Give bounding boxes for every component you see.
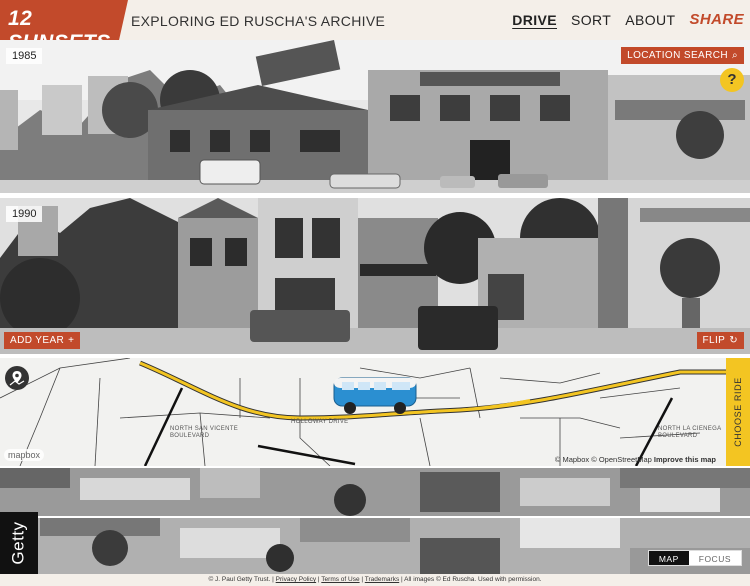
nav-share[interactable]: SHARE bbox=[689, 11, 744, 28]
route-map[interactable]: NORTH SAN VICENTE BOULEVARD HOLLOWAY DRI… bbox=[0, 358, 750, 466]
map-layers-button[interactable] bbox=[5, 366, 29, 390]
choose-ride-label: CHOOSE RIDE bbox=[733, 377, 744, 447]
flip-label: FLIP bbox=[702, 335, 726, 346]
site-subtitle: EXPLORING ED RUSCHA'S ARCHIVE bbox=[131, 13, 386, 29]
site-logo[interactable]: 12 SUNSETS bbox=[0, 0, 128, 40]
footer-copyright: © J. Paul Getty Trust. bbox=[208, 576, 271, 583]
nav-about[interactable]: ABOUT bbox=[625, 12, 675, 28]
improve-map-link[interactable]: Improve this map bbox=[654, 455, 716, 464]
year-label-1985: 1985 bbox=[6, 48, 43, 64]
add-year-button[interactable]: ADD YEAR + bbox=[4, 332, 81, 349]
search-icon: ⌕ bbox=[732, 50, 738, 61]
attribution-mapbox[interactable]: © Mapbox bbox=[555, 455, 589, 464]
van-icon bbox=[333, 377, 417, 414]
thumbnail-strip-bottom[interactable] bbox=[0, 518, 750, 574]
getty-logo-text: Getty bbox=[9, 521, 28, 565]
photo-strip-1990[interactable]: 1990 ADD YEAR + FLIP ↻ bbox=[0, 198, 750, 354]
toggle-focus[interactable]: FOCUS bbox=[689, 551, 741, 565]
label-north-san-vicente: NORTH SAN VICENTE BOULEVARD bbox=[170, 426, 238, 439]
map-attribution: © Mapbox © OpenStreetMap Improve this ma… bbox=[555, 455, 716, 464]
main-nav: DRIVE SORT ABOUT SHARE bbox=[512, 11, 744, 28]
location-search-label: LOCATION SEARCH bbox=[627, 50, 728, 61]
flip-button[interactable]: FLIP ↻ bbox=[696, 332, 744, 349]
footer-images-credit: All images © Ed Ruscha. Used with permis… bbox=[404, 576, 542, 583]
plus-icon: + bbox=[68, 335, 75, 346]
footer: © J. Paul Getty Trust. | Privacy Policy … bbox=[0, 574, 750, 586]
footer-terms-link[interactable]: Terms of Use bbox=[321, 576, 359, 583]
mapbox-logo[interactable]: mapbox bbox=[4, 449, 45, 461]
getty-logo[interactable]: Getty bbox=[0, 512, 38, 574]
view-toggle: MAP FOCUS bbox=[647, 550, 742, 566]
label-north-la-cienega: NORTH LA CIENEGA BOULEVARD bbox=[658, 426, 722, 439]
thumbnail-strip-bottom-image bbox=[0, 518, 750, 574]
rotate-icon: ↻ bbox=[729, 335, 738, 346]
add-year-label: ADD YEAR bbox=[10, 335, 65, 346]
year-label-1990: 1990 bbox=[6, 206, 43, 222]
street-photo-1990 bbox=[0, 198, 750, 354]
photo-strip-1985[interactable]: 1985 LOCATION SEARCH ⌕ ? bbox=[0, 40, 750, 193]
map-pin-icon bbox=[9, 371, 25, 386]
footer-trademarks-link[interactable]: Trademarks bbox=[365, 576, 399, 583]
location-search-button[interactable]: LOCATION SEARCH ⌕ bbox=[621, 47, 744, 64]
top-header: 12 SUNSETS EXPLORING ED RUSCHA'S ARCHIVE… bbox=[0, 0, 750, 40]
thumbnail-strip-top[interactable] bbox=[0, 468, 750, 516]
label-holloway: HOLLOWAY DRIVE bbox=[291, 419, 349, 425]
footer-privacy-link[interactable]: Privacy Policy bbox=[276, 576, 316, 583]
choose-ride-button[interactable]: CHOOSE RIDE bbox=[726, 358, 750, 466]
nav-drive[interactable]: DRIVE bbox=[512, 12, 557, 28]
help-icon[interactable]: ? bbox=[720, 68, 744, 92]
attribution-osm[interactable]: © OpenStreetMap bbox=[591, 455, 652, 464]
toggle-map[interactable]: MAP bbox=[648, 551, 689, 565]
nav-sort[interactable]: SORT bbox=[571, 12, 611, 28]
thumbnail-strip-top-image bbox=[0, 468, 750, 516]
